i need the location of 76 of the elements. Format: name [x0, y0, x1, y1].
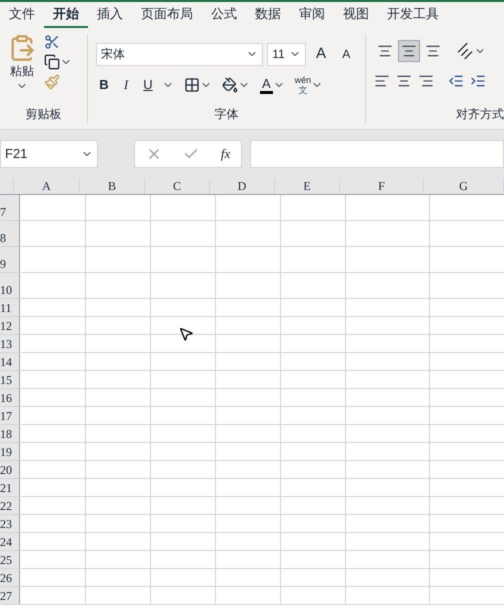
- row-header[interactable]: 21: [0, 479, 20, 496]
- paintbrush-icon: [44, 74, 60, 90]
- ribbon-tab[interactable]: 视图: [334, 4, 378, 28]
- ribbon-tab[interactable]: 页面布局: [132, 4, 202, 28]
- row-header[interactable]: 13: [0, 335, 20, 352]
- align-center-icon: [396, 73, 412, 89]
- align-center-button[interactable]: [396, 73, 412, 89]
- formula-input[interactable]: [250, 140, 504, 168]
- group-label: 剪贴板: [26, 106, 62, 123]
- row-header[interactable]: 12: [0, 317, 20, 334]
- copy-icon: [44, 54, 60, 70]
- mouse-pointer-icon: [178, 326, 194, 342]
- name-box[interactable]: F21: [0, 140, 98, 168]
- shrink-font-button[interactable]: A: [336, 45, 357, 63]
- align-right-button[interactable]: [418, 73, 434, 89]
- row-header[interactable]: 27: [0, 587, 20, 604]
- row-header[interactable]: 23: [0, 515, 20, 532]
- align-left-button[interactable]: [374, 73, 390, 89]
- ribbon-tab[interactable]: 数据: [246, 4, 290, 28]
- underline-button[interactable]: U: [140, 75, 156, 95]
- align-icon: [401, 43, 417, 59]
- ribbon-tab[interactable]: 开发工具: [378, 4, 448, 28]
- increase-indent-button[interactable]: [470, 73, 486, 89]
- phonetic-button[interactable]: wén 文: [294, 75, 324, 95]
- row-header[interactable]: 8: [0, 221, 20, 246]
- column-header[interactable]: A: [14, 178, 80, 194]
- align-icon: [377, 43, 393, 59]
- row-header[interactable]: 20: [0, 461, 20, 478]
- italic-button[interactable]: I: [118, 75, 134, 95]
- align-right-icon: [418, 73, 434, 89]
- row-header[interactable]: 9: [0, 247, 20, 272]
- row-header[interactable]: 24: [0, 533, 20, 550]
- insert-function-button[interactable]: fx: [220, 144, 230, 164]
- column-header[interactable]: G: [424, 178, 504, 194]
- orientation-button[interactable]: [458, 43, 486, 59]
- ribbon-tab[interactable]: 插入: [88, 4, 132, 28]
- column-header[interactable]: F: [340, 178, 424, 194]
- ribbon-tab[interactable]: 审阅: [290, 4, 334, 28]
- group-label: 对齐方式: [456, 106, 504, 123]
- fill-color-button[interactable]: [222, 77, 250, 93]
- row-header[interactable]: 18: [0, 425, 20, 442]
- row-header[interactable]: 19: [0, 443, 20, 460]
- align-left-icon: [374, 73, 390, 89]
- paint-bucket-icon: [222, 77, 238, 93]
- paste-button[interactable]: 粘贴: [4, 34, 40, 105]
- borders-icon: [184, 77, 200, 93]
- grow-font-button[interactable]: A: [310, 42, 332, 66]
- row-header[interactable]: 14: [0, 353, 20, 370]
- increase-indent-icon: [470, 73, 486, 89]
- row-header[interactable]: 7: [0, 195, 20, 220]
- row-header[interactable]: 26: [0, 569, 20, 586]
- row-header[interactable]: 22: [0, 497, 20, 514]
- copy-button[interactable]: [44, 54, 72, 70]
- align-icon: [425, 43, 441, 59]
- borders-button[interactable]: [184, 77, 212, 93]
- row-header[interactable]: 15: [0, 371, 20, 388]
- row-header[interactable]: 11: [0, 299, 20, 316]
- group-label: 字体: [214, 106, 238, 123]
- row-header[interactable]: 25: [0, 551, 20, 568]
- decrease-indent-button[interactable]: [448, 73, 464, 89]
- column-header[interactable]: E: [275, 178, 340, 194]
- column-header[interactable]: D: [210, 178, 275, 194]
- font-size-field[interactable]: 11: [267, 42, 306, 66]
- ribbon-tab[interactable]: 公式: [202, 4, 246, 28]
- ribbon-tab[interactable]: 文件: [0, 4, 44, 28]
- row-header[interactable]: 17: [0, 407, 20, 424]
- font-color-button[interactable]: A: [260, 76, 285, 94]
- column-header[interactable]: C: [145, 178, 210, 194]
- font-name-field[interactable]: 宋体: [96, 42, 264, 66]
- column-header[interactable]: B: [80, 178, 145, 194]
- row-header[interactable]: 16: [0, 389, 20, 406]
- decrease-indent-icon: [448, 73, 464, 89]
- bold-button[interactable]: B: [96, 75, 112, 95]
- vertical-align-button[interactable]: [398, 40, 420, 62]
- row-header[interactable]: 10: [0, 273, 20, 298]
- scissors-icon: [44, 34, 60, 50]
